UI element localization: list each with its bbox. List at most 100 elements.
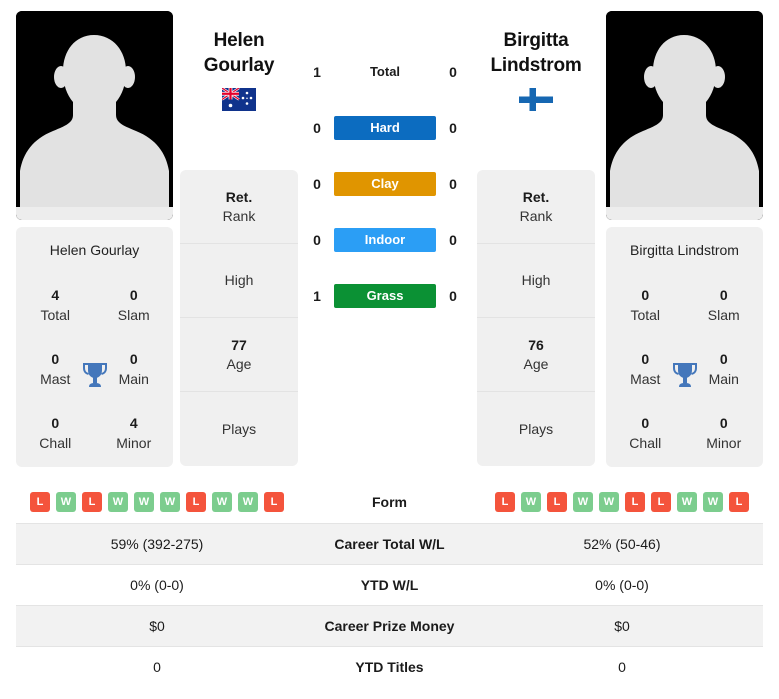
titles-line-2-left: 0 Mast 0 Main (16, 337, 173, 401)
player-first-name-left[interactable]: Helen (180, 28, 298, 53)
titles-minor-label-left: Minor (116, 435, 152, 451)
stat-label-ytd-w-l: YTD W/L (298, 564, 481, 606)
form-badge-right-4[interactable]: W (573, 492, 593, 513)
form-badge-left-3[interactable]: L (82, 492, 102, 513)
titles-slam-label-right: Slam (707, 307, 740, 323)
titles-total-left: 4 Total (16, 285, 95, 325)
player-first-name-right[interactable]: Birgitta (477, 28, 595, 53)
form-badge-left-4[interactable]: W (108, 492, 128, 513)
titles-mast-value-right: 0 (641, 351, 650, 367)
form-badge-right-7[interactable]: L (651, 492, 671, 513)
surface-score-right-clay: 0 (449, 176, 457, 192)
player-photo-left (16, 11, 173, 220)
form-badge-right-1[interactable]: L (495, 492, 515, 513)
form-badge-left-6[interactable]: W (160, 492, 180, 513)
surface-row-clay: 0 Clay 0 (300, 170, 470, 198)
surface-score-left-indoor: 0 (313, 232, 321, 248)
head-to-head-comparison: Helen Gourlay Birgitta Lindstrom 1 Total… (0, 0, 779, 478)
titles-main-right: 0 Main (685, 349, 764, 389)
info-row-rank-left: Ret. Rank (180, 170, 298, 244)
titles-total-label-right: Total (630, 307, 661, 323)
titles-minor-right: 0 Minor (685, 413, 764, 453)
titles-main-label-right: Main (708, 371, 739, 387)
cell-career-prize-money-right: $0 (481, 605, 763, 647)
form-strip-left: LWLWWWLWWL (22, 492, 292, 513)
form-badge-right-9[interactable]: W (703, 492, 723, 513)
titles-chall-right: 0 Chall (606, 413, 685, 453)
high-label-left: High (224, 272, 254, 288)
surface-label-total: Total (369, 64, 401, 79)
table-row: $0 Career Prize Money $0 (16, 605, 763, 647)
info-row-age-left: 77 Age (180, 318, 298, 392)
form-badge-right-3[interactable]: L (547, 492, 567, 513)
form-badge-right-5[interactable]: W (599, 492, 619, 513)
info-row-age-right: 76 Age (477, 318, 595, 392)
form-badge-right-10[interactable]: L (729, 492, 749, 513)
titles-total-right: 0 Total (606, 285, 685, 325)
form-badge-left-2[interactable]: W (56, 492, 76, 513)
stat-label-career-prize-money: Career Prize Money (298, 605, 481, 647)
player-last-name-left[interactable]: Gourlay (180, 53, 298, 78)
titles-chall-label-left: Chall (39, 435, 72, 451)
table-row: 0% (0-0) YTD W/L 0% (0-0) (16, 564, 763, 606)
titles-line-1-right: 0 Total 0 Slam (606, 273, 763, 337)
cell-ytd-titles-right: 0 (618, 658, 626, 675)
surface-score-left-grass: 1 (313, 288, 321, 304)
player-photo-right (606, 11, 763, 220)
titles-grid-left: 4 Total 0 Slam 0 Mast 0 Main 0 Chall 4 M… (16, 273, 173, 465)
titles-chall-value-right: 0 (641, 415, 650, 431)
comparison-stats-body: L W L W W W L W W L Form L W L W W L L W W L 59% (392-275) Car… (16, 482, 763, 687)
titles-line-2-right: 0 Mast 0 Main (606, 337, 763, 401)
surface-label-hard[interactable]: Hard (334, 116, 436, 140)
info-row-plays-right: Plays (477, 392, 595, 466)
form-badge-left-1[interactable]: L (30, 492, 50, 513)
form-badge-left-7[interactable]: L (186, 492, 206, 513)
info-row-high-left: High (180, 244, 298, 318)
age-label-right: Age (523, 355, 549, 372)
form-badge-left-8[interactable]: W (212, 492, 232, 513)
titles-card-name-right: Birgitta Lindstrom (630, 242, 739, 258)
titles-minor-label-right: Minor (706, 435, 742, 451)
form-badge-left-9[interactable]: W (238, 492, 258, 513)
person-silhouette-icon (16, 11, 173, 220)
titles-main-label-left: Main (118, 371, 149, 387)
form-badge-right-8[interactable]: W (677, 492, 697, 513)
form-badge-right-2[interactable]: W (521, 492, 541, 513)
table-row: 59% (392-275) Career Total W/L 52% (50-46) (16, 523, 763, 565)
stat-label-ytd-titles: YTD Titles (355, 658, 424, 675)
surface-label-indoor[interactable]: Indoor (334, 228, 436, 252)
titles-minor-value-right: 0 (719, 415, 728, 431)
info-row-plays-left: Plays (180, 392, 298, 466)
flag-container-left (180, 86, 298, 112)
form-badge-left-10[interactable]: L (264, 492, 284, 513)
surface-row-grass: 1 Grass 0 (300, 282, 470, 310)
surface-score-right-total: 0 (449, 64, 457, 80)
cell-career-total-w-l-right: 52% (50-46) (481, 523, 763, 565)
rank-label-left: Rank (222, 207, 256, 224)
titles-total-value-left: 4 (51, 287, 60, 303)
titles-chall-value-left: 0 (51, 415, 60, 431)
stat-label-career-total-w-l: Career Total W/L (298, 523, 481, 565)
titles-line-3-left: 0 Chall 4 Minor (16, 401, 173, 465)
table-row: 0 YTD Titles 0 (16, 646, 763, 687)
surface-label-clay[interactable]: Clay (334, 172, 436, 196)
surface-row-total: 1 Total 0 (300, 58, 470, 86)
cell-form-right: LWLWWLLWWL (481, 482, 763, 524)
age-label-left: Age (226, 355, 252, 372)
surface-label-grass[interactable]: Grass (334, 284, 436, 308)
flag-container-right (477, 86, 595, 112)
titles-mast-right: 0 Mast (606, 349, 685, 389)
age-value-right: 76 (528, 336, 544, 353)
rank-label-right: Rank (519, 207, 553, 224)
cell-career-total-w-l-left: 59% (392-275) (16, 523, 298, 565)
surface-row-indoor: 0 Indoor 0 (300, 226, 470, 254)
surface-score-left-hard: 0 (313, 120, 321, 136)
titles-mast-label-right: Mast (630, 371, 661, 387)
finland-flag-icon (519, 87, 553, 111)
form-strip-right: LWLWWLLWWL (487, 492, 757, 513)
titles-mast-left: 0 Mast (16, 349, 95, 389)
player-last-name-right[interactable]: Lindstrom (477, 53, 595, 78)
form-badge-left-5[interactable]: W (134, 492, 154, 513)
cell-ytd-titles-left: 0 (153, 658, 161, 675)
form-badge-right-6[interactable]: L (625, 492, 645, 513)
